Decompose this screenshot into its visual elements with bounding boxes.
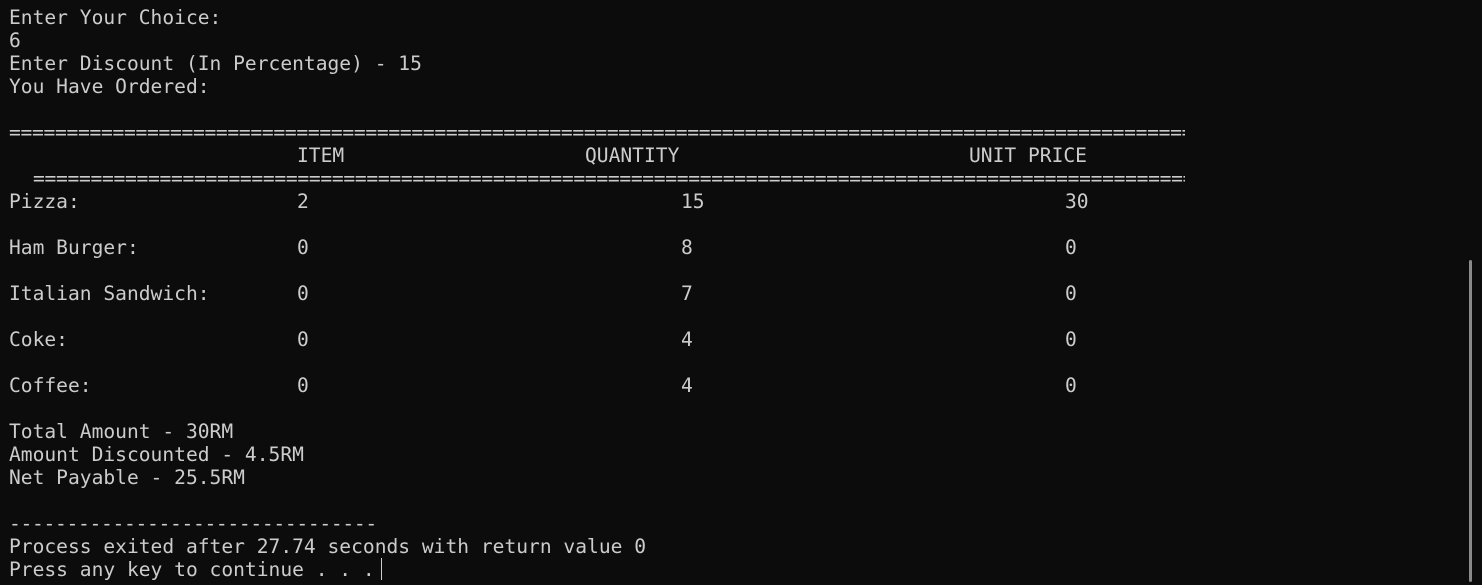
row-col1: 0	[297, 282, 309, 305]
row-col1: 0	[297, 236, 309, 259]
row-name: Ham Burger:	[9, 236, 139, 259]
amount-discounted-line: Amount Discounted - 4.5RM	[9, 443, 304, 466]
row-col1: 0	[297, 374, 309, 397]
row-col3: 0	[1065, 236, 1077, 259]
row-col3: 0	[1065, 328, 1077, 351]
total-amount-line: Total Amount - 30RM	[9, 420, 234, 443]
process-exit-line: Process exited after 27.74 seconds with …	[9, 535, 647, 558]
row-col3: 0	[1065, 374, 1077, 397]
top-rule: ========================================…	[9, 121, 1185, 144]
press-key-text: Press any key to continue . . .	[9, 558, 375, 581]
header-unit-price: UNIT PRICE	[969, 144, 1087, 167]
console-output: Enter Your Choice: 6 Enter Discount (In …	[0, 0, 1468, 585]
choice-value-line: 6	[9, 29, 21, 52]
row-name: Italian Sandwich:	[9, 282, 210, 305]
row-col2: 4	[681, 328, 693, 351]
row-col1: 2	[297, 190, 309, 213]
row-col3: 30	[1065, 190, 1089, 213]
dash-rule: --------------------------------	[9, 512, 377, 535]
row-col3: 0	[1065, 282, 1077, 305]
row-col2: 8	[681, 236, 693, 259]
row-col2: 4	[681, 374, 693, 397]
row-name: Pizza:	[9, 190, 80, 213]
discount-line: Enter Discount (In Percentage) - 15	[9, 52, 422, 75]
ordered-line: You Have Ordered:	[9, 75, 210, 98]
header-item: ITEM	[297, 144, 345, 167]
row-col1: 0	[297, 328, 309, 351]
row-col2: 15	[681, 190, 705, 213]
prompt-choice-line: Enter Your Choice:	[9, 6, 222, 29]
press-key-line[interactable]: Press any key to continue . . .	[9, 558, 382, 581]
row-name: Coffee:	[9, 374, 92, 397]
net-payable-line: Net Payable - 25.5RM	[9, 466, 245, 489]
header-quantity: QUANTITY	[585, 144, 680, 167]
row-col2: 7	[681, 282, 693, 305]
scrollbar-thumb[interactable]	[1469, 260, 1472, 582]
row-name: Coke:	[9, 328, 68, 351]
header-rule: ========================================…	[33, 167, 1185, 190]
text-cursor	[380, 558, 382, 580]
